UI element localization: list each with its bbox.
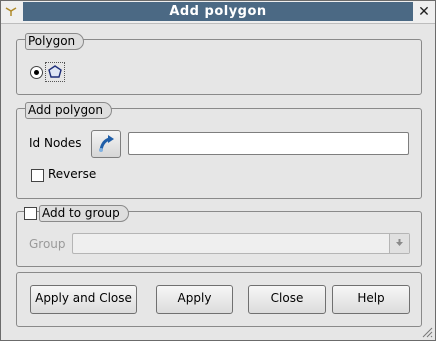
selection-arrow-icon <box>99 135 114 152</box>
close-window-icon[interactable]: ✕ <box>415 3 433 21</box>
dialog-window: Add polygon ✕ Polygon Add polygon Id Nod… <box>0 0 436 341</box>
chevron-down-icon[interactable] <box>389 234 409 253</box>
polygon-type-icon-box[interactable] <box>45 62 65 82</box>
apply-button[interactable]: Apply <box>156 285 233 314</box>
id-nodes-label: Id Nodes <box>29 136 82 150</box>
resize-grip-icon[interactable] <box>421 326 433 338</box>
add-to-group-panel: Add to group Group <box>16 205 422 267</box>
id-nodes-input[interactable] <box>128 132 409 155</box>
reverse-label: Reverse <box>48 167 97 181</box>
polygon-group: Polygon <box>16 33 422 95</box>
group-label: Group <box>29 237 66 251</box>
add-to-group-title: Add to group <box>39 205 129 222</box>
polygon-group-title: Polygon <box>25 33 85 50</box>
pentagon-icon <box>48 65 62 78</box>
buttons-panel: Apply and Close Apply Close Help <box>16 272 422 327</box>
add-polygon-group-title: Add polygon <box>25 102 113 119</box>
window-menu-icon[interactable] <box>3 3 19 19</box>
close-button[interactable]: Close <box>248 285 326 314</box>
select-nodes-button[interactable] <box>91 130 121 158</box>
help-button[interactable]: Help <box>332 285 410 314</box>
reverse-checkbox[interactable] <box>31 169 44 182</box>
apply-and-close-button[interactable]: Apply and Close <box>30 285 137 314</box>
add-to-group-checkbox[interactable] <box>24 207 37 220</box>
polygon-type-radio[interactable] <box>30 66 43 79</box>
window-title: Add polygon <box>23 2 413 21</box>
add-polygon-group: Add polygon Id Nodes Reverse <box>16 102 422 199</box>
group-combobox[interactable] <box>72 233 410 254</box>
title-bar: Add polygon ✕ <box>1 1 435 24</box>
